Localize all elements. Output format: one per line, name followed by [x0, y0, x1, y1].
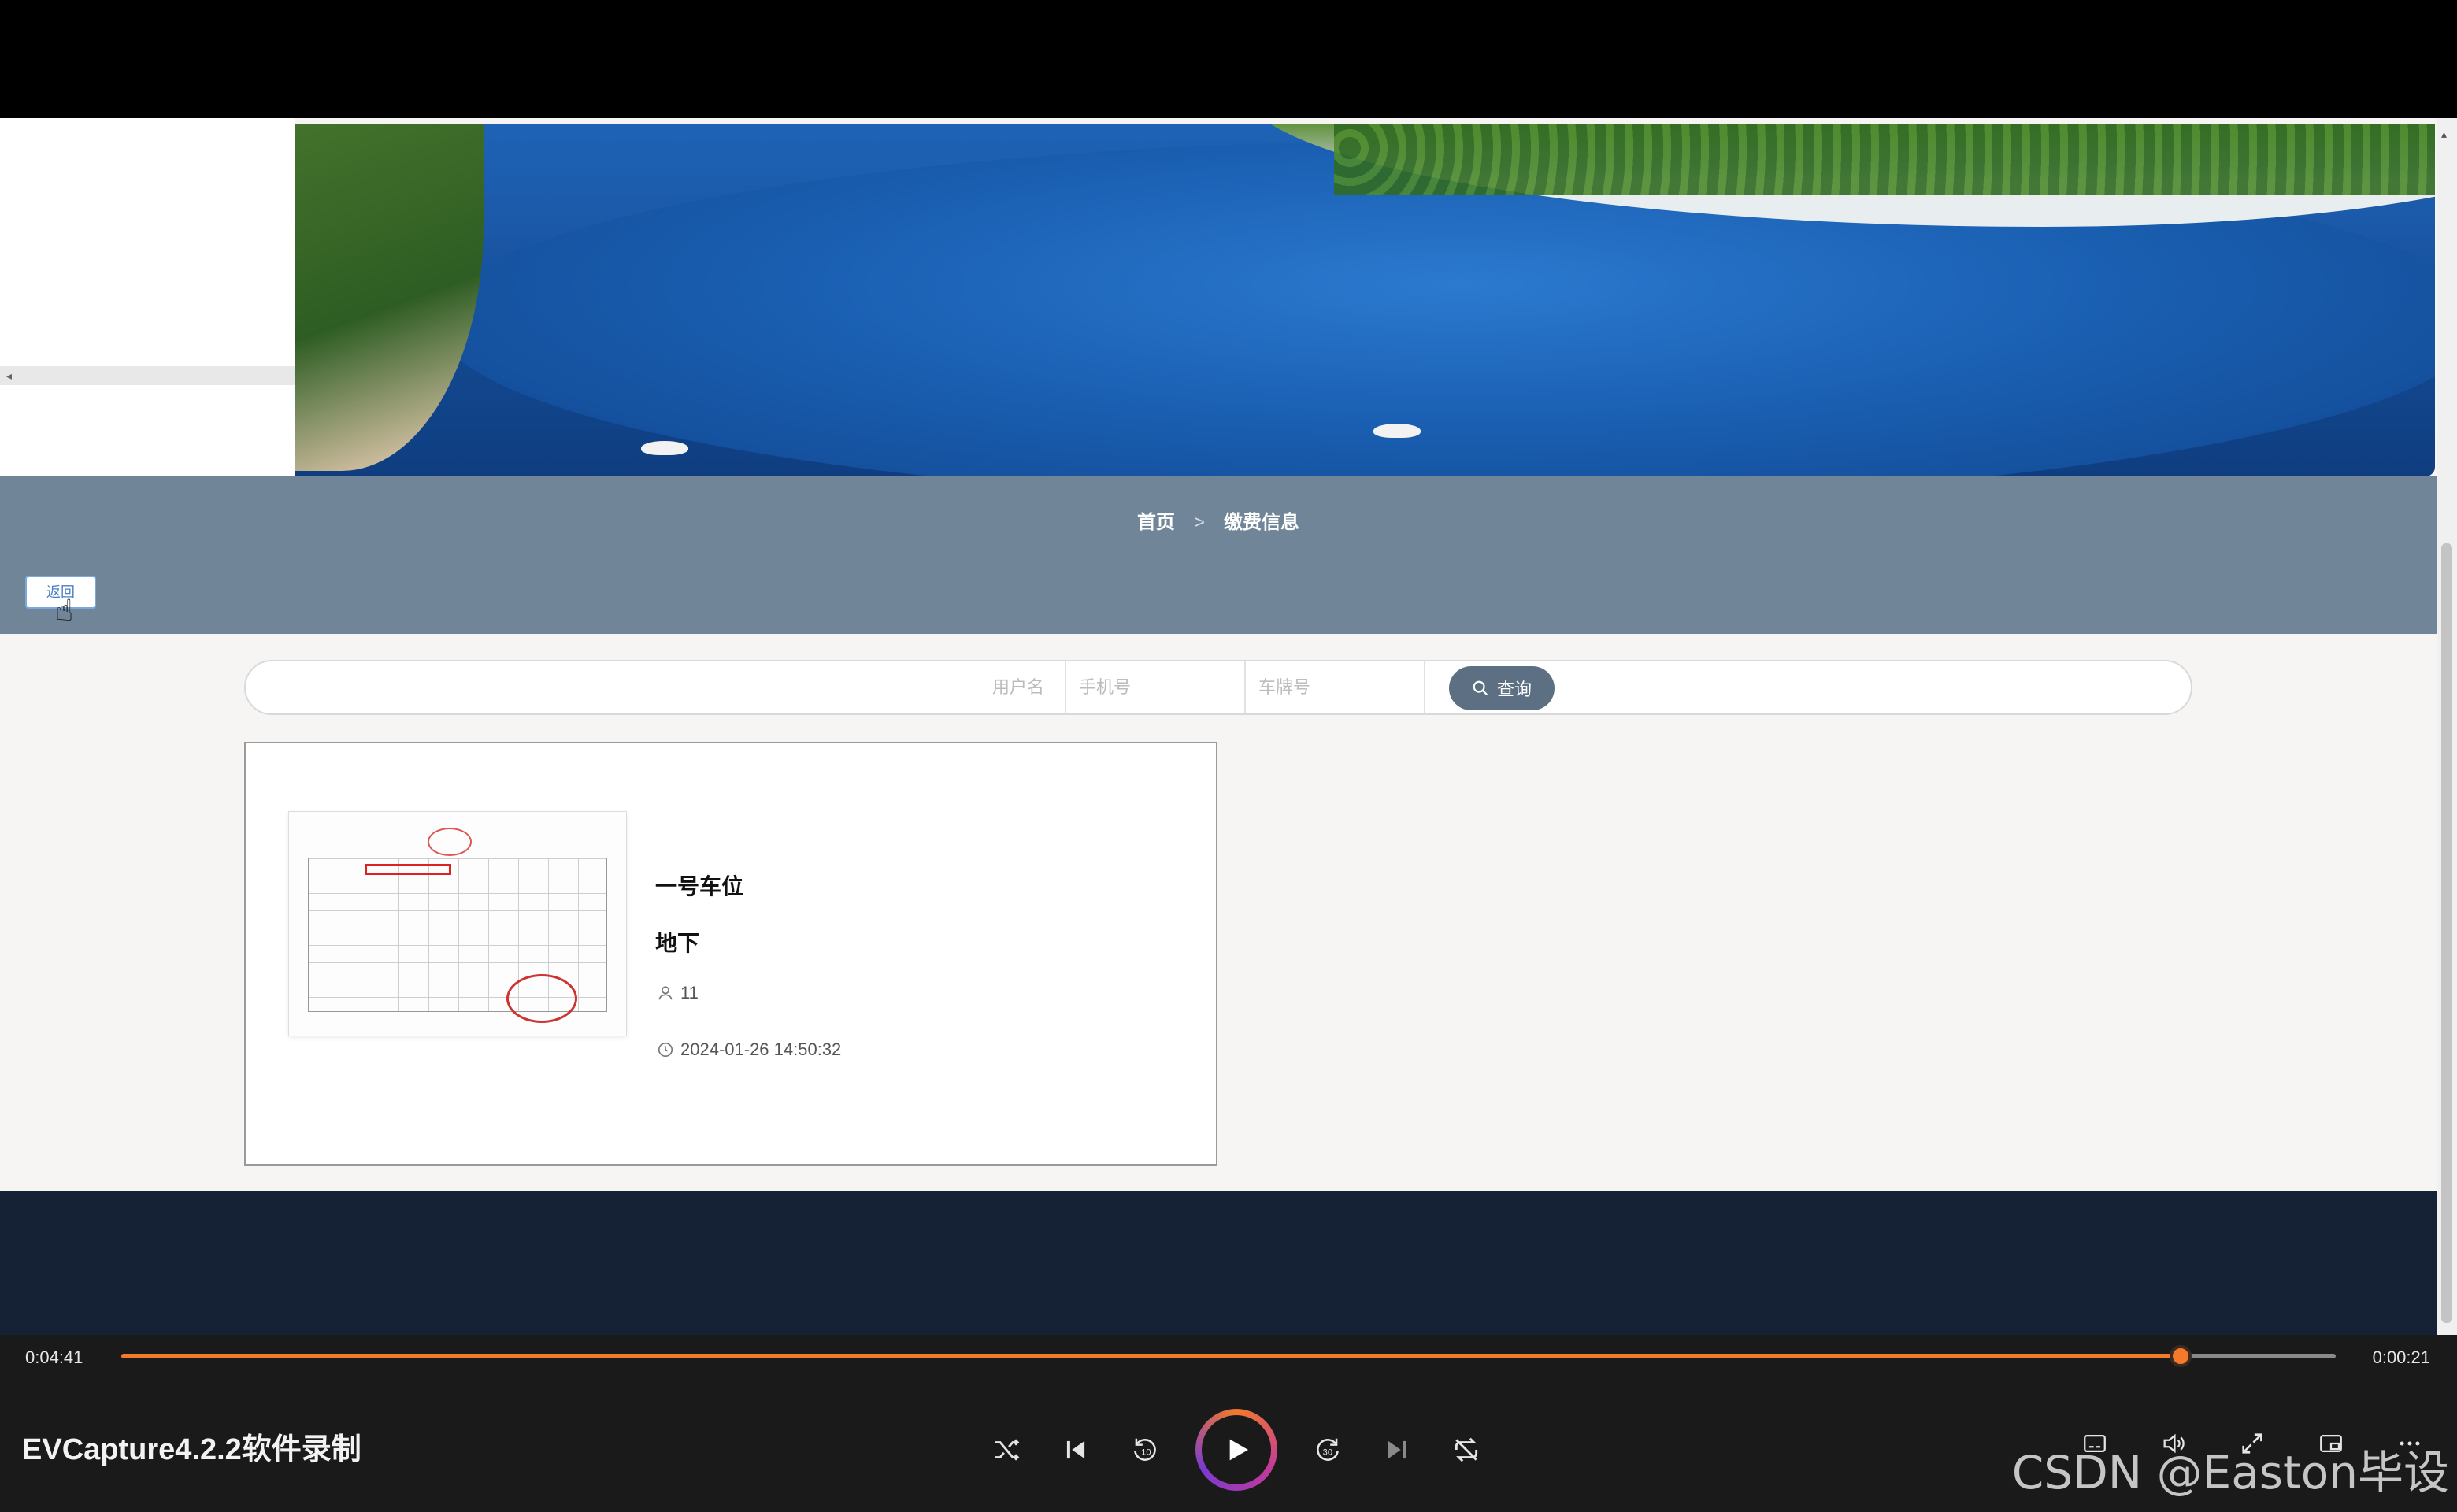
plate-input[interactable]: [1244, 662, 1424, 713]
player-title: EVCapture4.2.2软件录制: [22, 1433, 361, 1466]
search-button[interactable]: 查询: [1449, 666, 1555, 710]
username-input[interactable]: [261, 662, 1057, 713]
breadcrumb-home[interactable]: 首页: [1137, 512, 1175, 533]
svg-text:30: 30: [1323, 1447, 1332, 1457]
phone-input[interactable]: [1065, 662, 1244, 713]
rewind-10-icon[interactable]: 10: [1126, 1431, 1164, 1469]
breadcrumb: 首页 > 缴费信息: [0, 506, 2437, 534]
seek-bar-knob[interactable]: [2170, 1345, 2192, 1367]
scrollbar-thumb[interactable]: [2441, 543, 2452, 1323]
play-button[interactable]: [1195, 1409, 1277, 1491]
seek-bar-fill: [121, 1354, 2181, 1358]
repeat-off-icon[interactable]: [1447, 1431, 1485, 1469]
receipt-stamp: [506, 974, 577, 1023]
search-divider: [1424, 662, 1425, 713]
svg-text:10: 10: [1141, 1447, 1151, 1457]
card-title: 一号车位: [655, 874, 744, 899]
receipt-highlight: [365, 864, 451, 875]
remaining-time: 0:00:21: [2372, 1347, 2430, 1367]
watermark: CSDN @Easton毕设: [2011, 1446, 2449, 1499]
screen: ◂ 首页 > 缴费信息 返回 ☝ 用户名 手机号 车牌号 查询 一号车位 地下 …: [0, 0, 2457, 1512]
banner-boat: [1373, 424, 1421, 438]
search-button-label: 查询: [1496, 680, 1532, 699]
clock-icon: [658, 1042, 673, 1058]
banner-boat: [641, 441, 688, 455]
banner-carousel: [295, 124, 2435, 476]
play-icon: [1202, 1415, 1271, 1484]
mouse-cursor-icon: ☝: [55, 595, 74, 628]
card-user: 11: [657, 983, 699, 1003]
search-bar: 查询: [244, 660, 2192, 715]
video-player-bar: 0:04:41 0:00:21 EVCapture4.2.2软件录制 10 30…: [0, 1335, 2457, 1512]
breadcrumb-separator: >: [1193, 512, 1205, 533]
payment-card[interactable]: 一号车位 地下 11 2024-01-26 14:50:32: [244, 742, 1217, 1166]
scroll-left-arrow-icon[interactable]: ◂: [6, 369, 12, 383]
card-time-value: 2024-01-26 14:50:32: [680, 1040, 842, 1059]
banner-shore-left: [295, 124, 484, 471]
horizontal-scrollbar[interactable]: ◂: [0, 366, 295, 385]
video-frame: ◂ 首页 > 缴费信息 返回 ☝ 用户名 手机号 车牌号 查询 一号车位 地下 …: [0, 118, 2457, 1335]
card-user-value: 11: [680, 983, 699, 1002]
receipt-image[interactable]: [288, 811, 627, 1036]
banner-left-panel: ◂: [0, 118, 295, 476]
card-location: 地下: [655, 931, 700, 955]
breadcrumb-band: 首页 > 缴费信息 返回 ☝: [0, 476, 2437, 634]
user-icon: [658, 986, 673, 1000]
previous-icon[interactable]: [1057, 1431, 1095, 1469]
shuffle-icon[interactable]: [988, 1431, 1025, 1469]
vertical-scrollbar[interactable]: ▴: [2437, 118, 2457, 1335]
elapsed-time: 0:04:41: [25, 1347, 83, 1367]
page-footer: [0, 1191, 2437, 1335]
receipt-stamp: [428, 828, 472, 856]
card-time: 2024-01-26 14:50:32: [657, 1040, 841, 1060]
search-icon: [1473, 680, 1488, 696]
forward-30-icon[interactable]: 30: [1309, 1431, 1347, 1469]
banner-trees: [1334, 124, 2435, 195]
seek-bar[interactable]: [121, 1345, 2336, 1367]
scroll-up-arrow-icon[interactable]: ▴: [2441, 128, 2447, 141]
playback-controls: 10 30: [988, 1406, 1485, 1494]
next-icon[interactable]: [1378, 1431, 1416, 1469]
breadcrumb-current: 缴费信息: [1224, 512, 1299, 533]
